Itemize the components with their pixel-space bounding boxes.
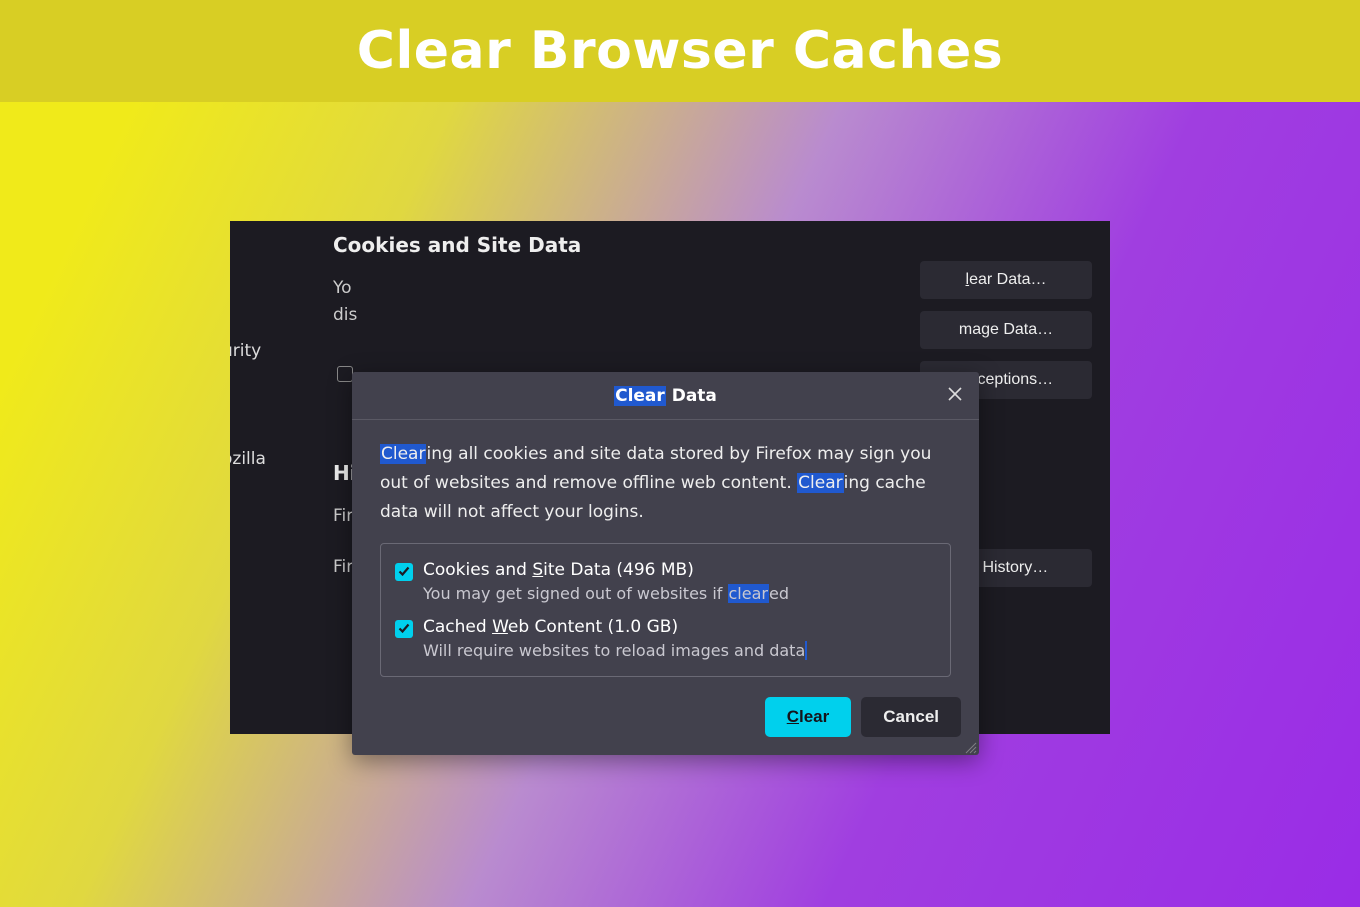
checkbox-cookies[interactable] [395,563,413,581]
option-cache-sub: Will require websites to reload images a… [423,641,807,660]
option-cookies-sub: You may get signed out of websites if cl… [423,584,789,603]
unchecked-box[interactable] [337,366,353,382]
options-box: Cookies and Site Data (496 MB) You may g… [380,543,951,677]
clear-data-dialog: Clear Data Clearing all cookies and site… [352,372,979,755]
dialog-header: Clear Data [352,372,979,420]
manage-data-button[interactable]: mage Data… [920,311,1092,349]
banner-title: Clear Browser Caches [357,21,1003,81]
checkmark-icon [398,619,410,638]
history-line-2: Fir [333,557,353,577]
option-cookies: Cookies and Site Data (496 MB) You may g… [395,560,936,603]
sidenav-item-security[interactable]: urity [230,341,266,361]
settings-sidenav: urity ozilla [230,341,266,557]
resize-grip-icon[interactable] [963,739,977,753]
sidenav-item-mozilla[interactable]: ozilla [230,449,266,469]
checkmark-icon [398,562,410,581]
stage: Cookies and Site Data Yo dis urity ozill… [0,102,1360,907]
page-banner: Clear Browser Caches [0,0,1360,102]
option-cache: Cached Web Content (1.0 GB) Will require… [395,617,936,660]
cancel-button[interactable]: Cancel [861,697,961,737]
option-cookies-label: Cookies and Site Data (496 MB) [423,560,789,580]
clear-button[interactable]: Clear [765,697,852,737]
dialog-body: Clearing all cookies and site data store… [352,420,979,683]
clear-data-button[interactable]: lear Data… [920,261,1092,299]
option-cache-label: Cached Web Content (1.0 GB) [423,617,807,637]
dialog-description: Clearing all cookies and site data store… [380,440,951,527]
close-button[interactable] [941,382,969,410]
dialog-title: Clear Data [614,386,717,406]
section-title-cookies: Cookies and Site Data [333,233,1093,257]
history-line-1: Fir [333,506,353,526]
close-icon [947,386,963,406]
checkbox-cache[interactable] [395,620,413,638]
dialog-footer: Clear Cancel [352,683,979,755]
